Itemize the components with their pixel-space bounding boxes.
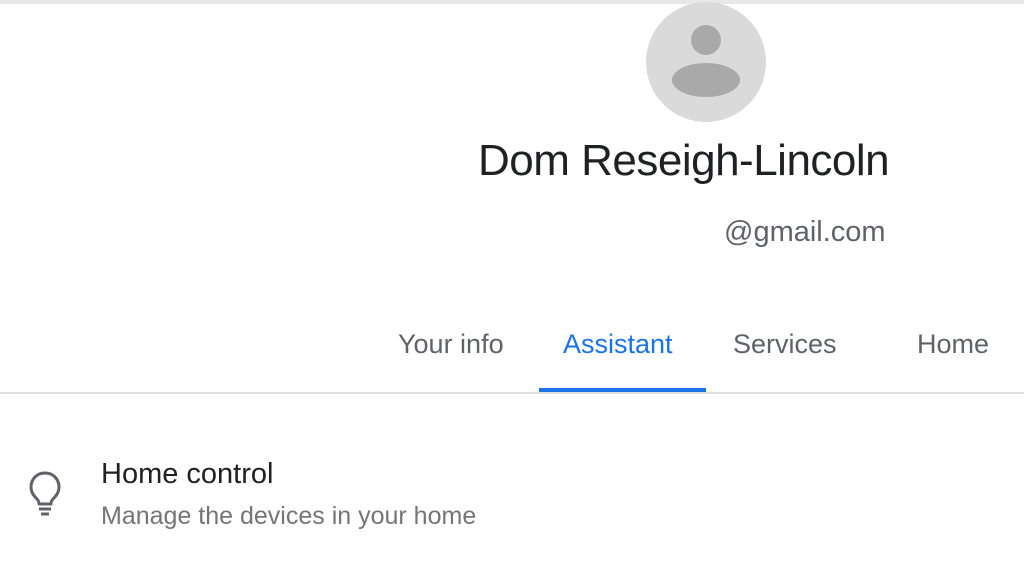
tab-label: Services — [733, 329, 837, 359]
top-divider — [0, 0, 1024, 4]
tab-label: Home — [917, 329, 990, 359]
avatar[interactable] — [646, 2, 766, 122]
default-person-avatar-icon — [672, 25, 740, 97]
account-page: Dom Reseigh-Lincoln @gmail.com Your info… — [0, 0, 1024, 575]
profile-name: Dom Reseigh-Lincoln — [478, 136, 890, 185]
tab-bar: Your info Assistant Services Home — [0, 318, 1024, 392]
tab-label: Your info — [398, 329, 504, 359]
tab-label: Assistant — [563, 329, 673, 359]
list-item-home-control[interactable]: Home control Manage the devices in your … — [0, 440, 1024, 540]
profile-email: @gmail.com — [724, 216, 886, 248]
list-item-title: Home control — [101, 458, 274, 490]
tab-services[interactable]: Services — [733, 318, 848, 392]
lightbulb-icon — [29, 471, 61, 516]
tab-home[interactable]: Home — [917, 318, 999, 392]
tab-assistant[interactable]: Assistant — [563, 318, 687, 392]
list-item-subtitle: Manage the devices in your home — [101, 502, 477, 530]
tab-your-info[interactable]: Your info — [398, 318, 516, 392]
tab-divider — [0, 392, 1024, 394]
